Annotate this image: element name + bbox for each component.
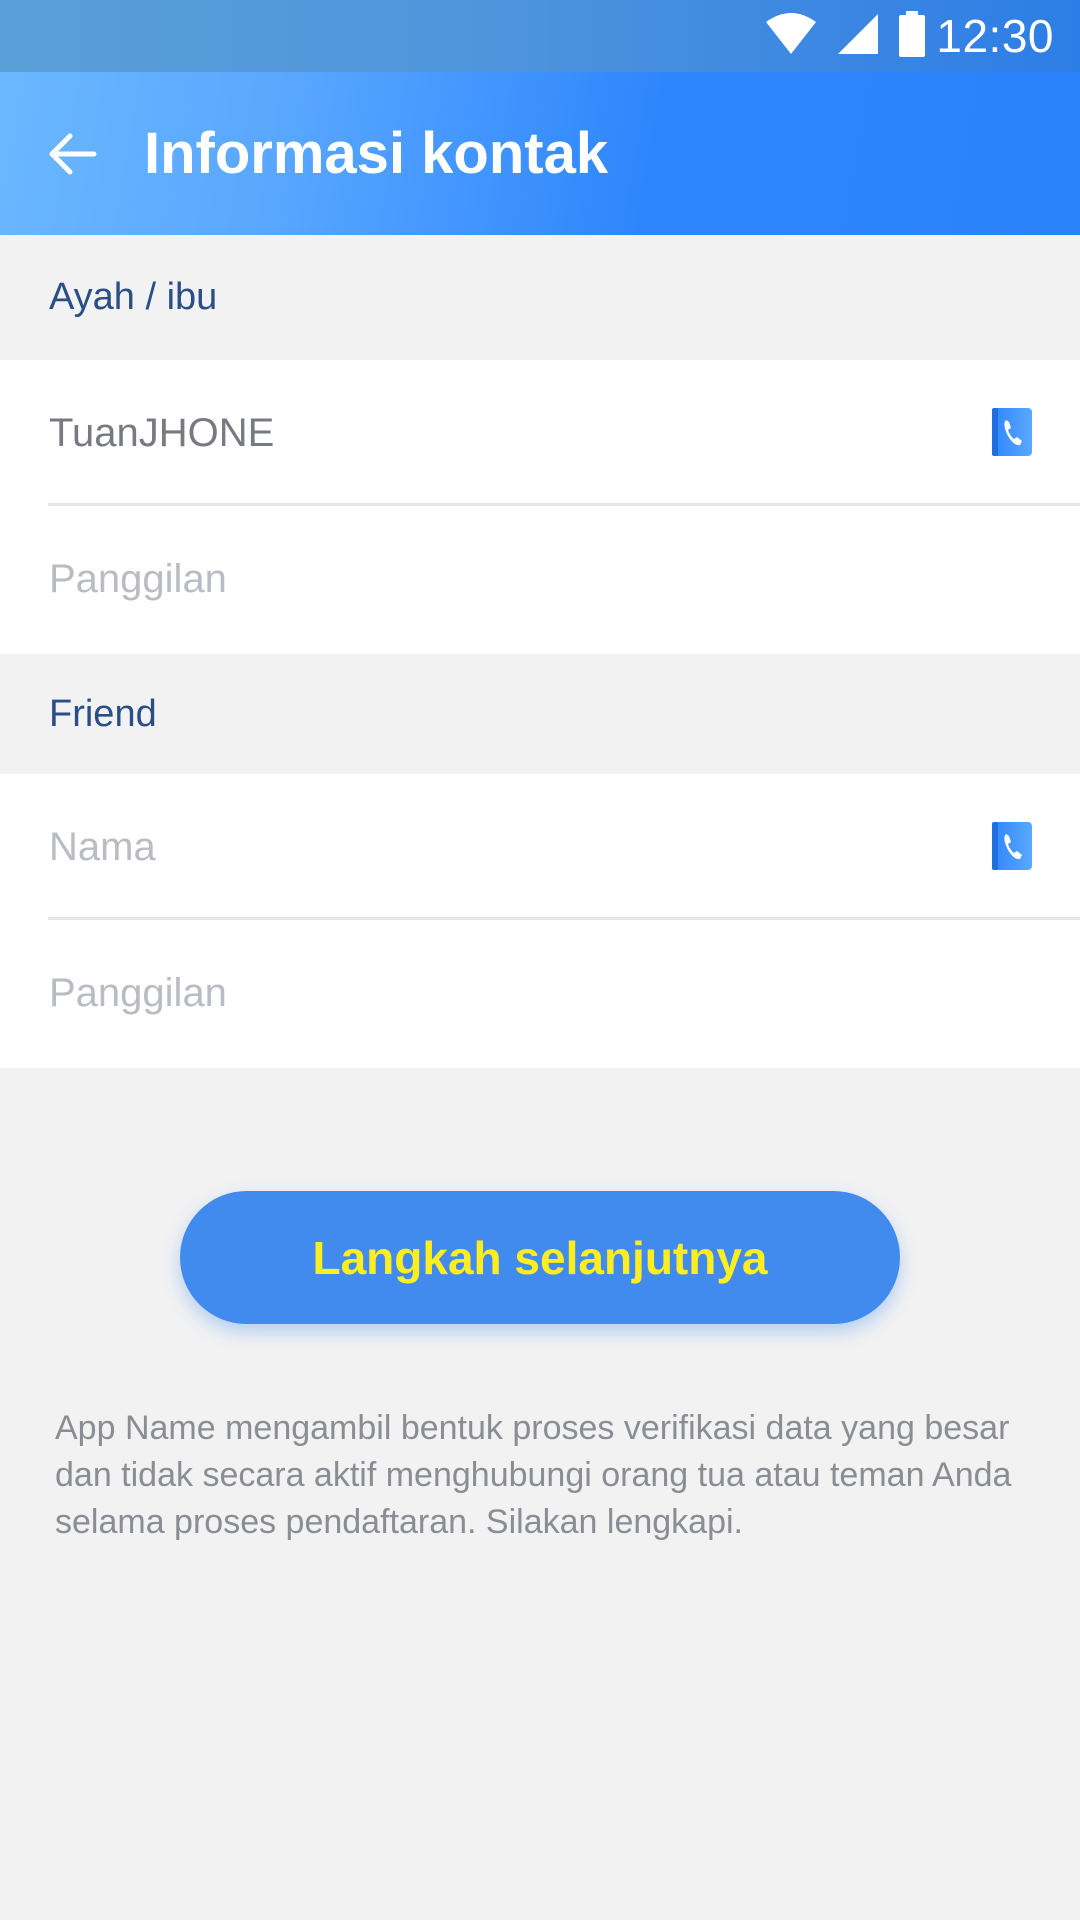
wifi-icon xyxy=(764,12,818,61)
battery-icon xyxy=(898,10,926,62)
back-button[interactable] xyxy=(24,106,120,202)
section-header-friend: Friend xyxy=(0,654,1080,774)
parent-phone-field[interactable] xyxy=(49,539,909,619)
section-header-parent: Ayah / ibu xyxy=(0,235,1080,360)
status-time: 12:30 xyxy=(936,10,1054,62)
page-title: Informasi kontak xyxy=(144,121,609,186)
cell-signal-icon xyxy=(836,12,880,61)
next-step-button[interactable]: Langkah selanjutnya xyxy=(180,1191,900,1324)
friend-name-field[interactable] xyxy=(49,807,909,887)
contact-info-screen: 12:30 Informasi kontak Ayah / ibu TuanJH… xyxy=(0,0,1080,1920)
parent-contact-card xyxy=(0,360,1080,654)
parent-phone-row xyxy=(0,506,1080,652)
friend-contact-card xyxy=(0,774,1080,1068)
status-icons xyxy=(764,10,926,62)
friend-name-row xyxy=(0,774,1080,920)
phone-book-icon[interactable] xyxy=(992,408,1032,456)
friend-phone-field[interactable] xyxy=(49,953,909,1033)
parent-name-row xyxy=(0,360,1080,506)
status-bar: 12:30 xyxy=(0,0,1080,72)
parent-name-field[interactable] xyxy=(49,393,909,473)
arrow-left-icon xyxy=(49,133,97,174)
friend-phone-row xyxy=(0,920,1080,1066)
verification-note: App Name mengambil bentuk proses verifik… xyxy=(55,1409,1012,1541)
app-bar: Informasi kontak xyxy=(0,72,1080,235)
phone-book-icon[interactable] xyxy=(992,822,1032,870)
